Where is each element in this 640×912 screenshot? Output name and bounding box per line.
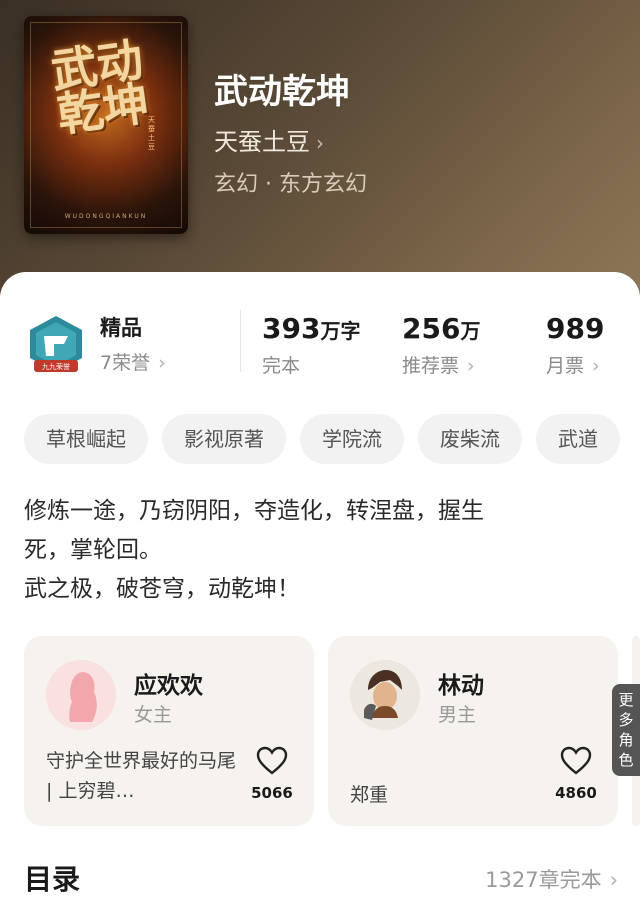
tag-chip[interactable]: 废柴流	[418, 414, 522, 464]
book-cover[interactable]: 武动乾坤 天蚕土豆 WUDONGQIANKUN	[24, 16, 188, 234]
book-header: 武动乾坤 天蚕土豆 WUDONGQIANKUN 武动乾坤 天蚕土豆 › 玄幻 · …	[0, 0, 640, 300]
chevron-right-icon: ›	[467, 355, 475, 377]
cover-footer: WUDONGQIANKUN	[64, 213, 148, 220]
monthly-value: 989	[546, 312, 605, 345]
chevron-right-icon: ›	[158, 352, 166, 374]
chevron-right-icon: ›	[316, 131, 324, 155]
book-title: 武动乾坤	[214, 72, 350, 112]
book-description[interactable]: 修炼一途，乃窃阴阳，夺造化，转涅盘，握生 死，掌轮回。 武之极，破苍穹，动乾坤！	[24, 492, 584, 609]
description-line: 武之极，破苍穹，动乾坤！	[24, 576, 300, 602]
character-role: 男主	[438, 704, 477, 726]
tag-chip[interactable]: 草根崛起	[24, 414, 148, 464]
more-roles-char: 角	[618, 731, 634, 749]
chevron-right-icon: ›	[592, 355, 600, 377]
chapter-count: 1327章完本	[485, 868, 602, 892]
word-count-stat: 393万字 完本	[262, 312, 360, 378]
male-portrait-icon	[350, 660, 420, 730]
premium-stat[interactable]: 精品 7荣誉 ›	[100, 312, 166, 375]
cover-subtitle: 天蚕土豆	[148, 116, 155, 151]
toc-title: 目录	[24, 863, 81, 896]
recommend-value: 256	[402, 312, 461, 345]
character-name: 林动	[438, 673, 484, 699]
premium-label: 精品	[100, 316, 142, 340]
chevron-right-icon: ›	[609, 868, 618, 892]
like-button[interactable]: 5066	[242, 746, 302, 802]
character-role: 女主	[134, 704, 173, 726]
honors-count: 7荣誉	[100, 352, 151, 374]
word-count-value: 393	[262, 312, 321, 345]
more-characters-button[interactable]: 更 多 角 色	[612, 684, 640, 776]
recommend-unit: 万	[460, 319, 481, 343]
more-roles-char: 色	[618, 751, 634, 769]
tag-list: 草根崛起 影视原著 学院流 废柴流 武道	[24, 414, 634, 464]
character-avatar	[46, 660, 116, 730]
heart-icon	[256, 746, 288, 775]
like-count: 4860	[555, 784, 597, 802]
stats-divider	[240, 310, 241, 372]
tag-chip[interactable]: 影视原著	[162, 414, 286, 464]
heart-icon	[560, 746, 592, 775]
premium-badge-icon: 九九荣誉	[30, 316, 82, 372]
recommend-stat[interactable]: 256万 推荐票 ›	[402, 312, 480, 378]
more-roles-char: 多	[618, 711, 634, 729]
badge-caption: 九九荣誉	[42, 362, 70, 371]
female-silhouette-icon	[46, 660, 116, 730]
book-genre: 玄幻 · 东方玄幻	[214, 172, 367, 197]
character-name: 应欢欢	[134, 673, 203, 699]
description-line: 死，掌轮回。	[24, 537, 162, 563]
character-card[interactable]: 应欢欢 女主 守护全世界最好的马尾 | 上穷碧… 5066	[24, 636, 314, 826]
like-button[interactable]: 4860	[546, 746, 606, 802]
tag-chip[interactable]: 武道	[536, 414, 620, 464]
like-count: 5066	[251, 784, 293, 802]
monthly-stat[interactable]: 989 月票 ›	[546, 312, 604, 378]
character-description: 郑重	[350, 784, 389, 806]
tag-chip[interactable]: 学院流	[300, 414, 404, 464]
author-name: 天蚕土豆	[214, 128, 310, 156]
recommend-label: 推荐票	[402, 355, 460, 377]
completion-status: 完本	[262, 355, 301, 377]
honors-link[interactable]: 7荣誉 ›	[100, 348, 166, 375]
monthly-label: 月票	[546, 355, 585, 377]
description-line: 修炼一途，乃窃阴阳，夺造化，转涅盘，握生	[24, 498, 484, 524]
word-count-unit: 万字	[320, 319, 361, 343]
character-avatar	[350, 660, 420, 730]
author-link[interactable]: 天蚕土豆 ›	[214, 122, 324, 157]
character-description: 守护全世界最好的马尾 | 上穷碧…	[46, 750, 237, 802]
toc-link[interactable]: 1327章完本 ›	[485, 864, 618, 894]
character-card[interactable]: 林动 男主 郑重 4860	[328, 636, 618, 826]
more-roles-char: 更	[618, 691, 634, 709]
